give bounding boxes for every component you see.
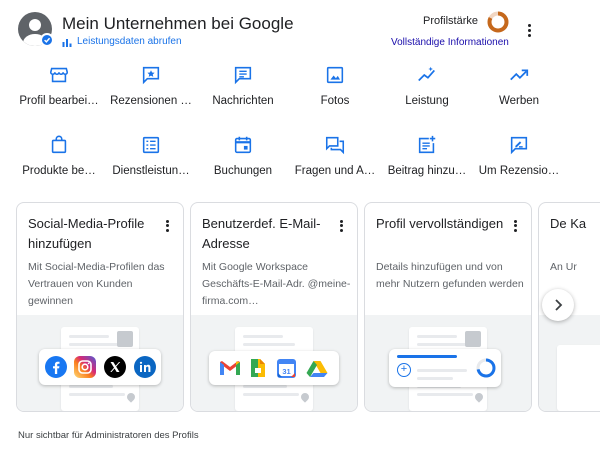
calendar-icon [234,136,252,154]
storefront-icon [49,67,69,83]
card-social-media[interactable]: Social-Media-Profile hinzufügen Mit Soci… [16,202,184,412]
card-title: De Ka [550,216,587,231]
google-docs-icon [251,359,265,377]
card-description: Details hinzufügen und von mehr Nutzern … [376,261,524,290]
profile-strength-ring-icon[interactable] [487,11,509,33]
action-edit-profile[interactable]: Profil bearbei… [13,64,105,124]
photo-icon [326,66,344,84]
more-options-icon[interactable] [523,22,535,42]
google-calendar-icon: 31 [277,359,296,378]
card-description: Mit Google Workspace Geschäfts-E-Mail-Ad… [202,261,351,307]
instagram-icon [74,356,96,378]
verified-check-icon [40,33,54,47]
card-illustration: + [365,315,531,411]
workspace-icons-bar: 31 [209,351,339,385]
facebook-icon [45,356,67,378]
social-icons-bar [39,349,161,385]
action-label: Profil bearbei… [19,95,99,107]
action-messages[interactable]: Nachrichten [197,64,289,124]
action-photos[interactable]: Fotos [289,64,381,124]
x-twitter-icon [104,356,126,378]
performance-link-label: Leistungsdaten abrufen [77,36,182,47]
avatar-head [29,19,41,31]
action-products[interactable]: Produkte be… [13,134,105,194]
header: Mein Unternehmen bei Google Leistungsdat… [0,0,600,56]
card-description: An Ur [550,261,577,273]
post-add-icon [418,135,436,154]
performance-sparkle-icon [418,66,435,82]
forum-icon [325,136,345,155]
card-illustration [539,315,600,411]
svg-text:31: 31 [282,367,290,376]
performance-link[interactable]: Leistungsdaten abrufen [62,36,182,47]
full-information-link[interactable]: Vollständige Informationen [391,37,509,48]
profile-strength-label: Profilstärke [423,15,479,27]
action-label: Nachrichten [212,95,274,107]
action-qa[interactable]: Fragen und A… [289,134,381,194]
trending-up-icon [510,69,529,81]
action-label: Fragen und A… [294,165,376,177]
card-more-options-icon[interactable] [163,218,171,234]
action-advertise[interactable]: Werben [473,64,565,124]
action-label: Rezensionen … [110,95,192,107]
message-icon [234,66,252,85]
card-illustration [17,315,183,411]
action-label: Um Rezensio… [478,165,560,177]
action-bookings[interactable]: Buchungen [197,134,289,194]
action-reviews[interactable]: Rezensionen … [105,64,197,124]
action-label: Fotos [320,95,350,107]
page-title: Mein Unternehmen bei Google [62,14,294,33]
action-ask-reviews[interactable]: Um Rezensio… [473,134,565,194]
profile-sheet-image [557,345,600,411]
rate-review-icon [510,136,528,155]
card-custom-email[interactable]: Benutzerdef. E-Mail-Adresse Mit Google W… [190,202,358,412]
card-description: Mit Social-Media-Profilen das Vertrauen … [28,261,165,307]
linkedin-icon [134,356,156,378]
action-services[interactable]: Dienstleistun… [105,134,197,194]
action-label: Beitrag hinzu… [387,165,467,177]
store-icon [465,331,481,347]
action-label: Dienstleistun… [112,165,190,177]
action-label: Buchungen [213,165,273,177]
card-title: Profil vervollständigen [376,216,504,231]
action-add-post[interactable]: Beitrag hinzu… [381,134,473,194]
carousel-next-button[interactable] [542,289,574,321]
list-icon [142,136,160,154]
card-complete-profile[interactable]: Profil vervollständigen Details hinzufüg… [364,202,532,412]
gmail-icon [220,361,240,375]
admin-visibility-note: Nur sichtbar für Administratoren des Pro… [18,430,199,441]
shopping-bag-icon [51,135,67,154]
action-performance[interactable]: Leistung [381,64,473,124]
action-label: Leistung [405,95,449,107]
card-title: Social-Media-Profile hinzufügen [28,216,145,251]
card-title: Benutzerdef. E-Mail-Adresse [202,216,321,251]
card-more-options-icon[interactable] [337,218,345,234]
chevron-right-icon [555,299,563,311]
card-illustration: 31 [191,315,357,411]
google-drive-icon [306,361,328,377]
action-label: Werben [498,95,540,107]
bar-chart-icon [62,38,72,47]
action-label: Produkte be… [22,165,96,177]
progress-ring-icon [476,358,496,378]
add-icon: + [397,363,411,377]
review-star-icon [142,66,160,85]
card-more-options-icon[interactable] [511,218,519,234]
store-icon [117,331,133,347]
